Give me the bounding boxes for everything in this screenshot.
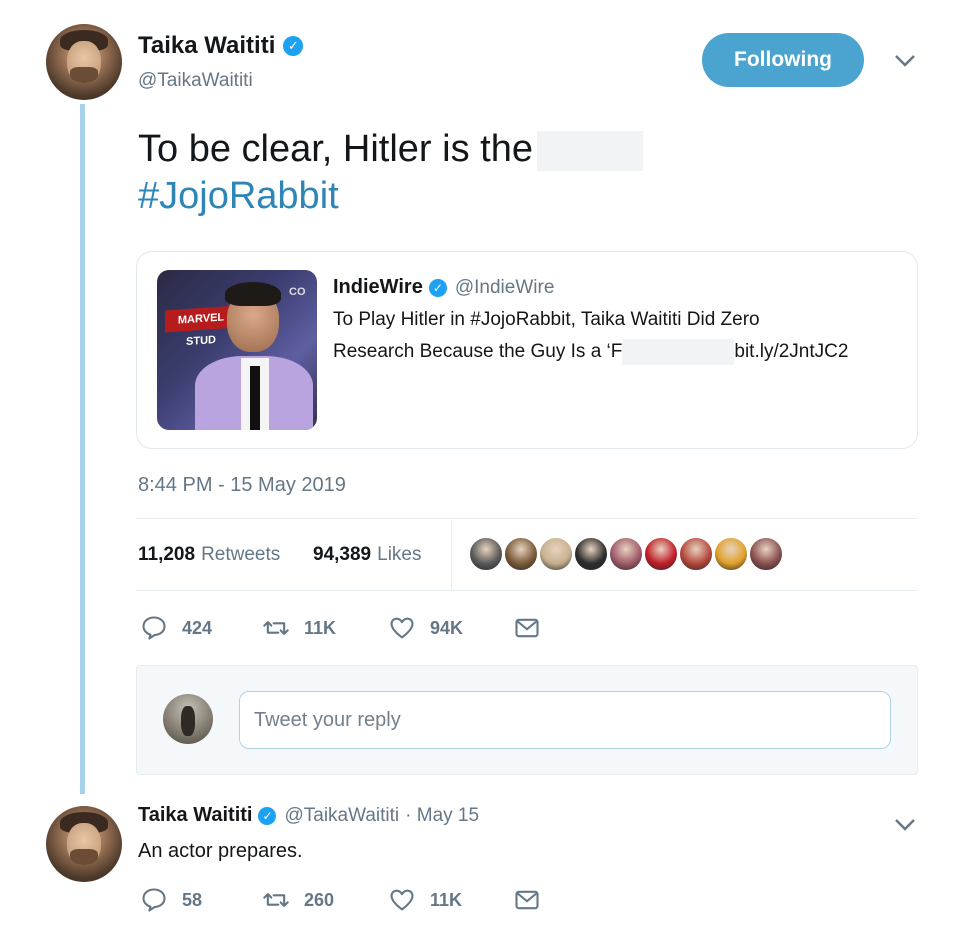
tweet-text-line1: To be clear, Hitler is the bbox=[138, 128, 533, 170]
quote-author-name[interactable]: IndieWire bbox=[333, 276, 423, 299]
like-count: 94K bbox=[430, 617, 464, 638]
avatar-figure bbox=[181, 706, 195, 736]
reply-text: An actor prepares. bbox=[138, 840, 303, 862]
reply-author-row: Taika Waititi ✓ @TaikaWaititi · May 15 bbox=[138, 804, 479, 827]
heart-icon bbox=[390, 889, 414, 911]
avatar-beard bbox=[70, 66, 98, 84]
speech-bubble-icon bbox=[142, 616, 166, 640]
retweet-arrows-icon bbox=[263, 621, 289, 635]
likes-label: Likes bbox=[377, 544, 422, 565]
author-handle[interactable]: @TaikaWaititi bbox=[138, 70, 253, 92]
retweet-button[interactable]: 11K bbox=[262, 614, 336, 642]
tweet-timestamp[interactable]: 8:44 PM - 15 May 2019 bbox=[138, 474, 346, 497]
reply-tweet-retweet-button[interactable]: 260 bbox=[262, 886, 334, 914]
reply-tweet-dm-button[interactable] bbox=[513, 886, 555, 914]
quote-author-handle[interactable]: @IndieWire bbox=[455, 277, 555, 299]
heart-icon bbox=[390, 617, 414, 639]
quote-text-line2-start: Research Because the Guy Is a ‘F bbox=[333, 341, 623, 362]
likes-count: 94,389 bbox=[313, 544, 372, 565]
retweets-stat[interactable]: 11,208 Retweets bbox=[138, 544, 280, 566]
retweets-label: Retweets bbox=[201, 544, 281, 565]
liker-avatar[interactable] bbox=[608, 536, 644, 572]
reply-author-handle[interactable]: @TaikaWaititi bbox=[284, 805, 399, 827]
envelope-icon bbox=[515, 890, 539, 910]
banner-text: MARVEL STUD bbox=[177, 311, 225, 349]
reply-date[interactable]: · May 15 bbox=[405, 805, 479, 827]
quoted-tweet-card[interactable]: MARVEL STUD CO IndieWire ✓ @IndieWire To… bbox=[136, 251, 918, 449]
reply-input[interactable] bbox=[239, 691, 891, 749]
divider bbox=[136, 590, 918, 591]
liker-avatar[interactable] bbox=[713, 536, 749, 572]
current-user-avatar[interactable] bbox=[163, 694, 213, 744]
person-tie bbox=[250, 366, 260, 430]
retweet-count: 11K bbox=[304, 617, 337, 638]
chevron-down-icon[interactable] bbox=[894, 814, 916, 836]
divider bbox=[136, 518, 918, 519]
author-name[interactable]: Taika Waititi bbox=[138, 32, 275, 60]
quoted-tweet-image[interactable]: MARVEL STUD CO bbox=[157, 270, 317, 430]
liker-avatar[interactable] bbox=[468, 536, 504, 572]
speech-bubble-icon bbox=[142, 888, 166, 912]
chevron-down-icon[interactable] bbox=[894, 50, 916, 72]
verified-badge-icon: ✓ bbox=[258, 806, 277, 825]
hashtag-link[interactable]: #JojoRabbit bbox=[138, 172, 339, 220]
direct-message-button[interactable] bbox=[513, 614, 555, 642]
retweet-count: 260 bbox=[304, 889, 335, 910]
following-button[interactable]: Following bbox=[702, 33, 864, 87]
liker-avatar[interactable] bbox=[538, 536, 574, 572]
redacted-text bbox=[622, 338, 735, 365]
retweet-arrows-icon bbox=[263, 893, 289, 907]
reply-tweet-reply-button[interactable]: 58 bbox=[140, 886, 202, 914]
reply-count: 424 bbox=[182, 617, 213, 638]
liker-avatar[interactable] bbox=[643, 536, 679, 572]
liker-avatar[interactable] bbox=[748, 536, 784, 572]
envelope-icon bbox=[515, 618, 539, 638]
reply-author-name[interactable]: Taika Waititi bbox=[138, 804, 252, 827]
liker-avatars[interactable] bbox=[468, 536, 784, 572]
reply-author-avatar[interactable] bbox=[46, 806, 122, 882]
tweet-text: To be clear, Hitler is the bbox=[138, 125, 643, 173]
verified-badge-icon: ✓ bbox=[283, 36, 304, 56]
quote-text-line2: Research Because the Guy Is a ‘F bit.ly/2… bbox=[333, 336, 848, 368]
author-avatar[interactable] bbox=[46, 24, 122, 100]
liker-avatar[interactable] bbox=[503, 536, 539, 572]
author-name-row[interactable]: Taika Waititi ✓ bbox=[138, 32, 304, 60]
person-hair bbox=[225, 282, 281, 306]
avatar-beard bbox=[70, 848, 98, 866]
thread-line bbox=[80, 104, 85, 794]
like-button[interactable]: 94K bbox=[388, 614, 463, 642]
reply-button[interactable]: 424 bbox=[140, 614, 212, 642]
liker-avatar[interactable] bbox=[678, 536, 714, 572]
like-count: 11K bbox=[430, 889, 463, 910]
quote-text-line1: To Play Hitler in #JojoRabbit, Taika Wai… bbox=[333, 309, 760, 330]
redacted-text bbox=[536, 130, 643, 171]
likes-stat[interactable]: 94,389 Likes bbox=[313, 544, 421, 566]
verified-badge-icon: ✓ bbox=[428, 278, 447, 297]
quote-author-row[interactable]: IndieWire ✓ @IndieWire bbox=[333, 276, 554, 299]
reply-tweet-like-button[interactable]: 11K bbox=[388, 886, 462, 914]
liker-avatar[interactable] bbox=[573, 536, 609, 572]
stats-divider bbox=[451, 520, 452, 590]
reply-count: 58 bbox=[182, 889, 203, 910]
reply-composer bbox=[136, 665, 918, 775]
quote-link[interactable]: bit.ly/2JntJC2 bbox=[734, 341, 848, 362]
retweets-count: 11,208 bbox=[138, 544, 196, 565]
banner-text-right: CO bbox=[289, 286, 306, 298]
